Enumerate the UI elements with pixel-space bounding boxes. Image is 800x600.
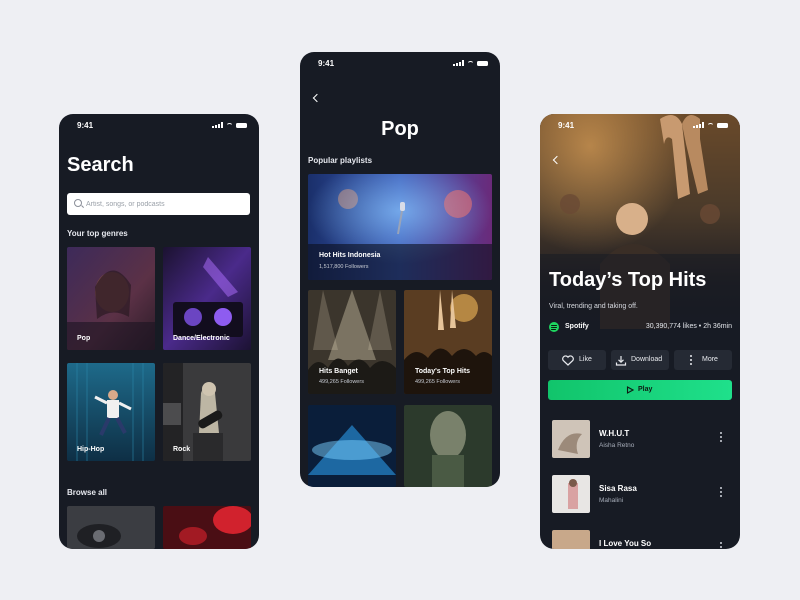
wifi-icon — [707, 122, 714, 128]
playlist-hero-image — [540, 114, 740, 329]
playlist-title: Today's Top Hits — [415, 368, 471, 375]
search-bar[interactable] — [67, 193, 250, 215]
genre-label: Dance/Electronic — [173, 335, 230, 342]
more-vertical-icon — [690, 355, 692, 365]
genre-tile-rock[interactable]: Rock — [163, 363, 251, 461]
genre-tile-hip-hop[interactable]: Hip-Hop — [67, 363, 155, 461]
playlist-followers: 499,265 Followers — [319, 379, 364, 385]
track-artwork — [552, 530, 590, 549]
playlist-followers: 499,265 Followers — [415, 379, 460, 385]
track-options-icon[interactable] — [720, 432, 722, 444]
genre-label: Hip-Hop — [77, 446, 105, 453]
battery-icon — [236, 122, 247, 128]
playlist-stats: 30,390,774 likes • 2h 36min — [645, 323, 732, 330]
signal-icon — [693, 122, 704, 128]
genre-label: Pop — [77, 335, 91, 342]
playlist-source: Spotify — [565, 323, 589, 330]
like-button[interactable]: Like — [548, 350, 606, 370]
track-artist: Aisha Retno — [599, 442, 635, 449]
playlist-title: Today’s Top Hits — [549, 269, 707, 291]
status-bar: 9:41 — [540, 114, 740, 134]
track-row[interactable]: I Love You So — [552, 530, 732, 549]
track-row[interactable]: Sisa Rasa Mahalini — [552, 475, 732, 515]
status-time: 9:41 — [558, 121, 575, 130]
playlist-card-todays-top-hits[interactable]: Today's Top Hits 499,265 Followers — [404, 290, 492, 394]
track-row[interactable]: W.H.U.T Aisha Retno — [552, 420, 732, 460]
play-label: Play — [638, 386, 653, 393]
status-time: 9:41 — [77, 121, 94, 130]
spotify-icon — [549, 322, 559, 332]
play-icon — [626, 386, 634, 394]
playlist-card[interactable] — [404, 405, 492, 487]
download-label: Download — [631, 356, 663, 363]
more-label: More — [702, 356, 718, 363]
playlist-followers: 1,517,800 Followers — [319, 264, 369, 270]
popular-playlists-heading: Popular playlists — [308, 156, 373, 165]
status-bar: 9:41 — [300, 52, 500, 72]
more-button[interactable]: More — [674, 350, 732, 370]
wifi-icon — [226, 122, 233, 128]
page-title: Pop — [381, 118, 419, 140]
search-screen: 9:41 Search Your top genres Pop Dance/ — [59, 114, 259, 549]
playlist-card[interactable] — [308, 405, 396, 487]
track-artwork — [552, 475, 590, 513]
playlist-card-hits-banget[interactable]: Hits Banget 499,265 Followers — [308, 290, 396, 394]
genre-tile-pop[interactable]: Pop — [67, 247, 155, 350]
download-button[interactable]: Download — [611, 350, 669, 370]
battery-icon — [477, 60, 488, 66]
playlist-image — [308, 405, 396, 487]
heart-icon — [562, 355, 574, 366]
playlist-title: Hot Hits Indonesia — [319, 252, 381, 259]
track-title: W.H.U.T — [599, 429, 630, 438]
genre-pop-screen: 9:41 Pop Popular playlists Hot Hits Indo… — [300, 52, 500, 487]
battery-icon — [717, 122, 728, 128]
track-options-icon[interactable] — [720, 487, 722, 499]
browse-tile[interactable] — [67, 506, 155, 549]
track-title: Sisa Rasa — [599, 484, 637, 493]
browse-tile[interactable] — [163, 506, 251, 549]
back-icon[interactable] — [312, 93, 322, 103]
playlist-description: Viral, trending and taking off. — [549, 303, 638, 310]
like-label: Like — [579, 356, 592, 363]
download-icon — [615, 356, 627, 366]
track-artwork — [552, 420, 590, 458]
page-title: Search — [67, 154, 134, 176]
browse-all-heading: Browse all — [67, 488, 108, 497]
playlist-meta: Spotify 30,390,774 likes • 2h 36min — [549, 322, 732, 332]
play-button[interactable]: Play — [548, 380, 732, 400]
search-input[interactable] — [86, 193, 246, 215]
playlist-screen: 9:41 Today’s Top Hits Viral, trending an… — [540, 114, 740, 549]
top-genres-heading: Your top genres — [67, 229, 128, 238]
browse-image — [67, 506, 155, 549]
signal-icon — [212, 122, 223, 128]
browse-image — [163, 506, 251, 549]
track-options-icon[interactable] — [720, 542, 722, 549]
status-bar: 9:41 — [59, 114, 259, 134]
search-icon — [74, 199, 82, 207]
track-title: I Love You So — [599, 539, 652, 548]
playlist-image — [404, 405, 492, 487]
playlist-title: Hits Banget — [319, 368, 358, 375]
track-artist: Mahalini — [599, 497, 624, 504]
genre-label: Rock — [173, 446, 191, 453]
status-time: 9:41 — [318, 59, 335, 68]
playlist-card-hot-hits-indonesia[interactable]: Hot Hits Indonesia 1,517,800 Followers — [308, 174, 492, 280]
genre-tile-dance-electronic[interactable]: Dance/Electronic — [163, 247, 251, 350]
signal-icon — [453, 60, 464, 66]
wifi-icon — [467, 60, 474, 66]
